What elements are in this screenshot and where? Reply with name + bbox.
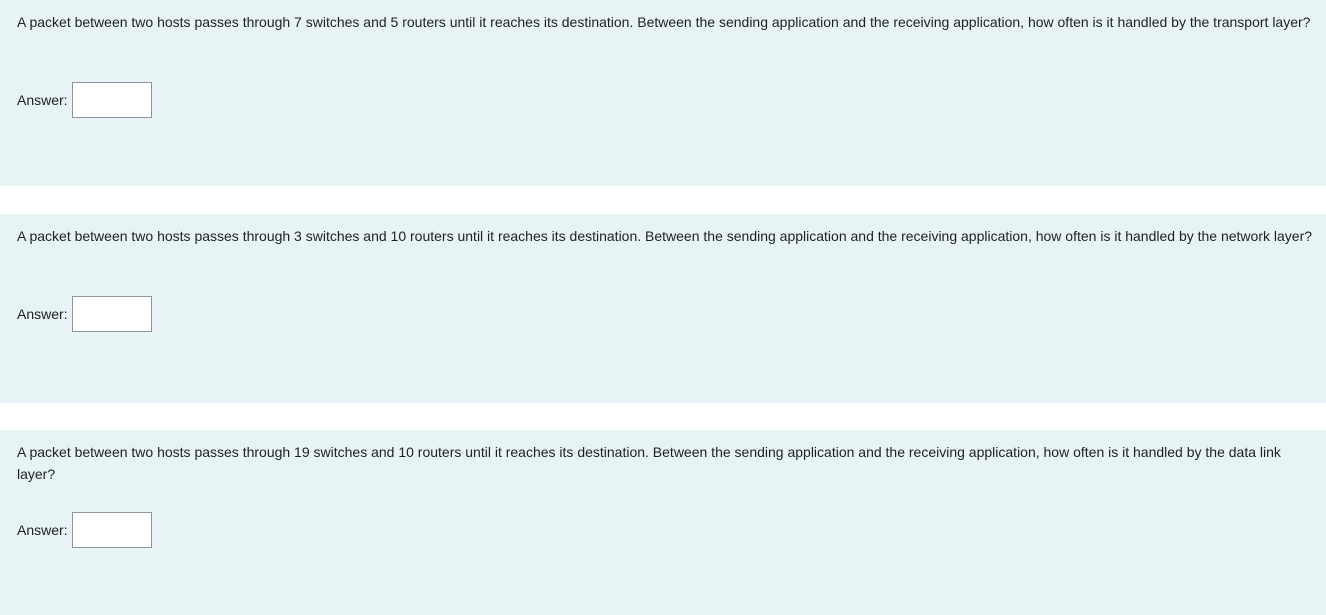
- question-panel-2: A packet between two hosts passes throug…: [0, 214, 1326, 403]
- question-text: A packet between two hosts passes throug…: [17, 228, 1313, 244]
- answer-input-3[interactable]: [71, 512, 152, 548]
- quiz-page: A packet between two hosts passes throug…: [0, 0, 1326, 615]
- answer-row: Answer:: [17, 296, 152, 332]
- question-text: A packet between two hosts passes throug…: [17, 14, 1311, 30]
- answer-label: Answer:: [17, 306, 68, 322]
- answer-label: Answer:: [17, 522, 68, 538]
- question-panel-1: A packet between two hosts passes throug…: [0, 0, 1326, 186]
- answer-input-1[interactable]: [71, 82, 152, 118]
- question-panel-3: A packet between two hosts passes throug…: [0, 430, 1326, 615]
- answer-row: Answer:: [17, 82, 152, 118]
- answer-input-2[interactable]: [71, 296, 152, 332]
- question-text: A packet between two hosts passes throug…: [17, 444, 1281, 482]
- answer-label: Answer:: [17, 92, 68, 108]
- answer-row: Answer:: [17, 512, 152, 548]
